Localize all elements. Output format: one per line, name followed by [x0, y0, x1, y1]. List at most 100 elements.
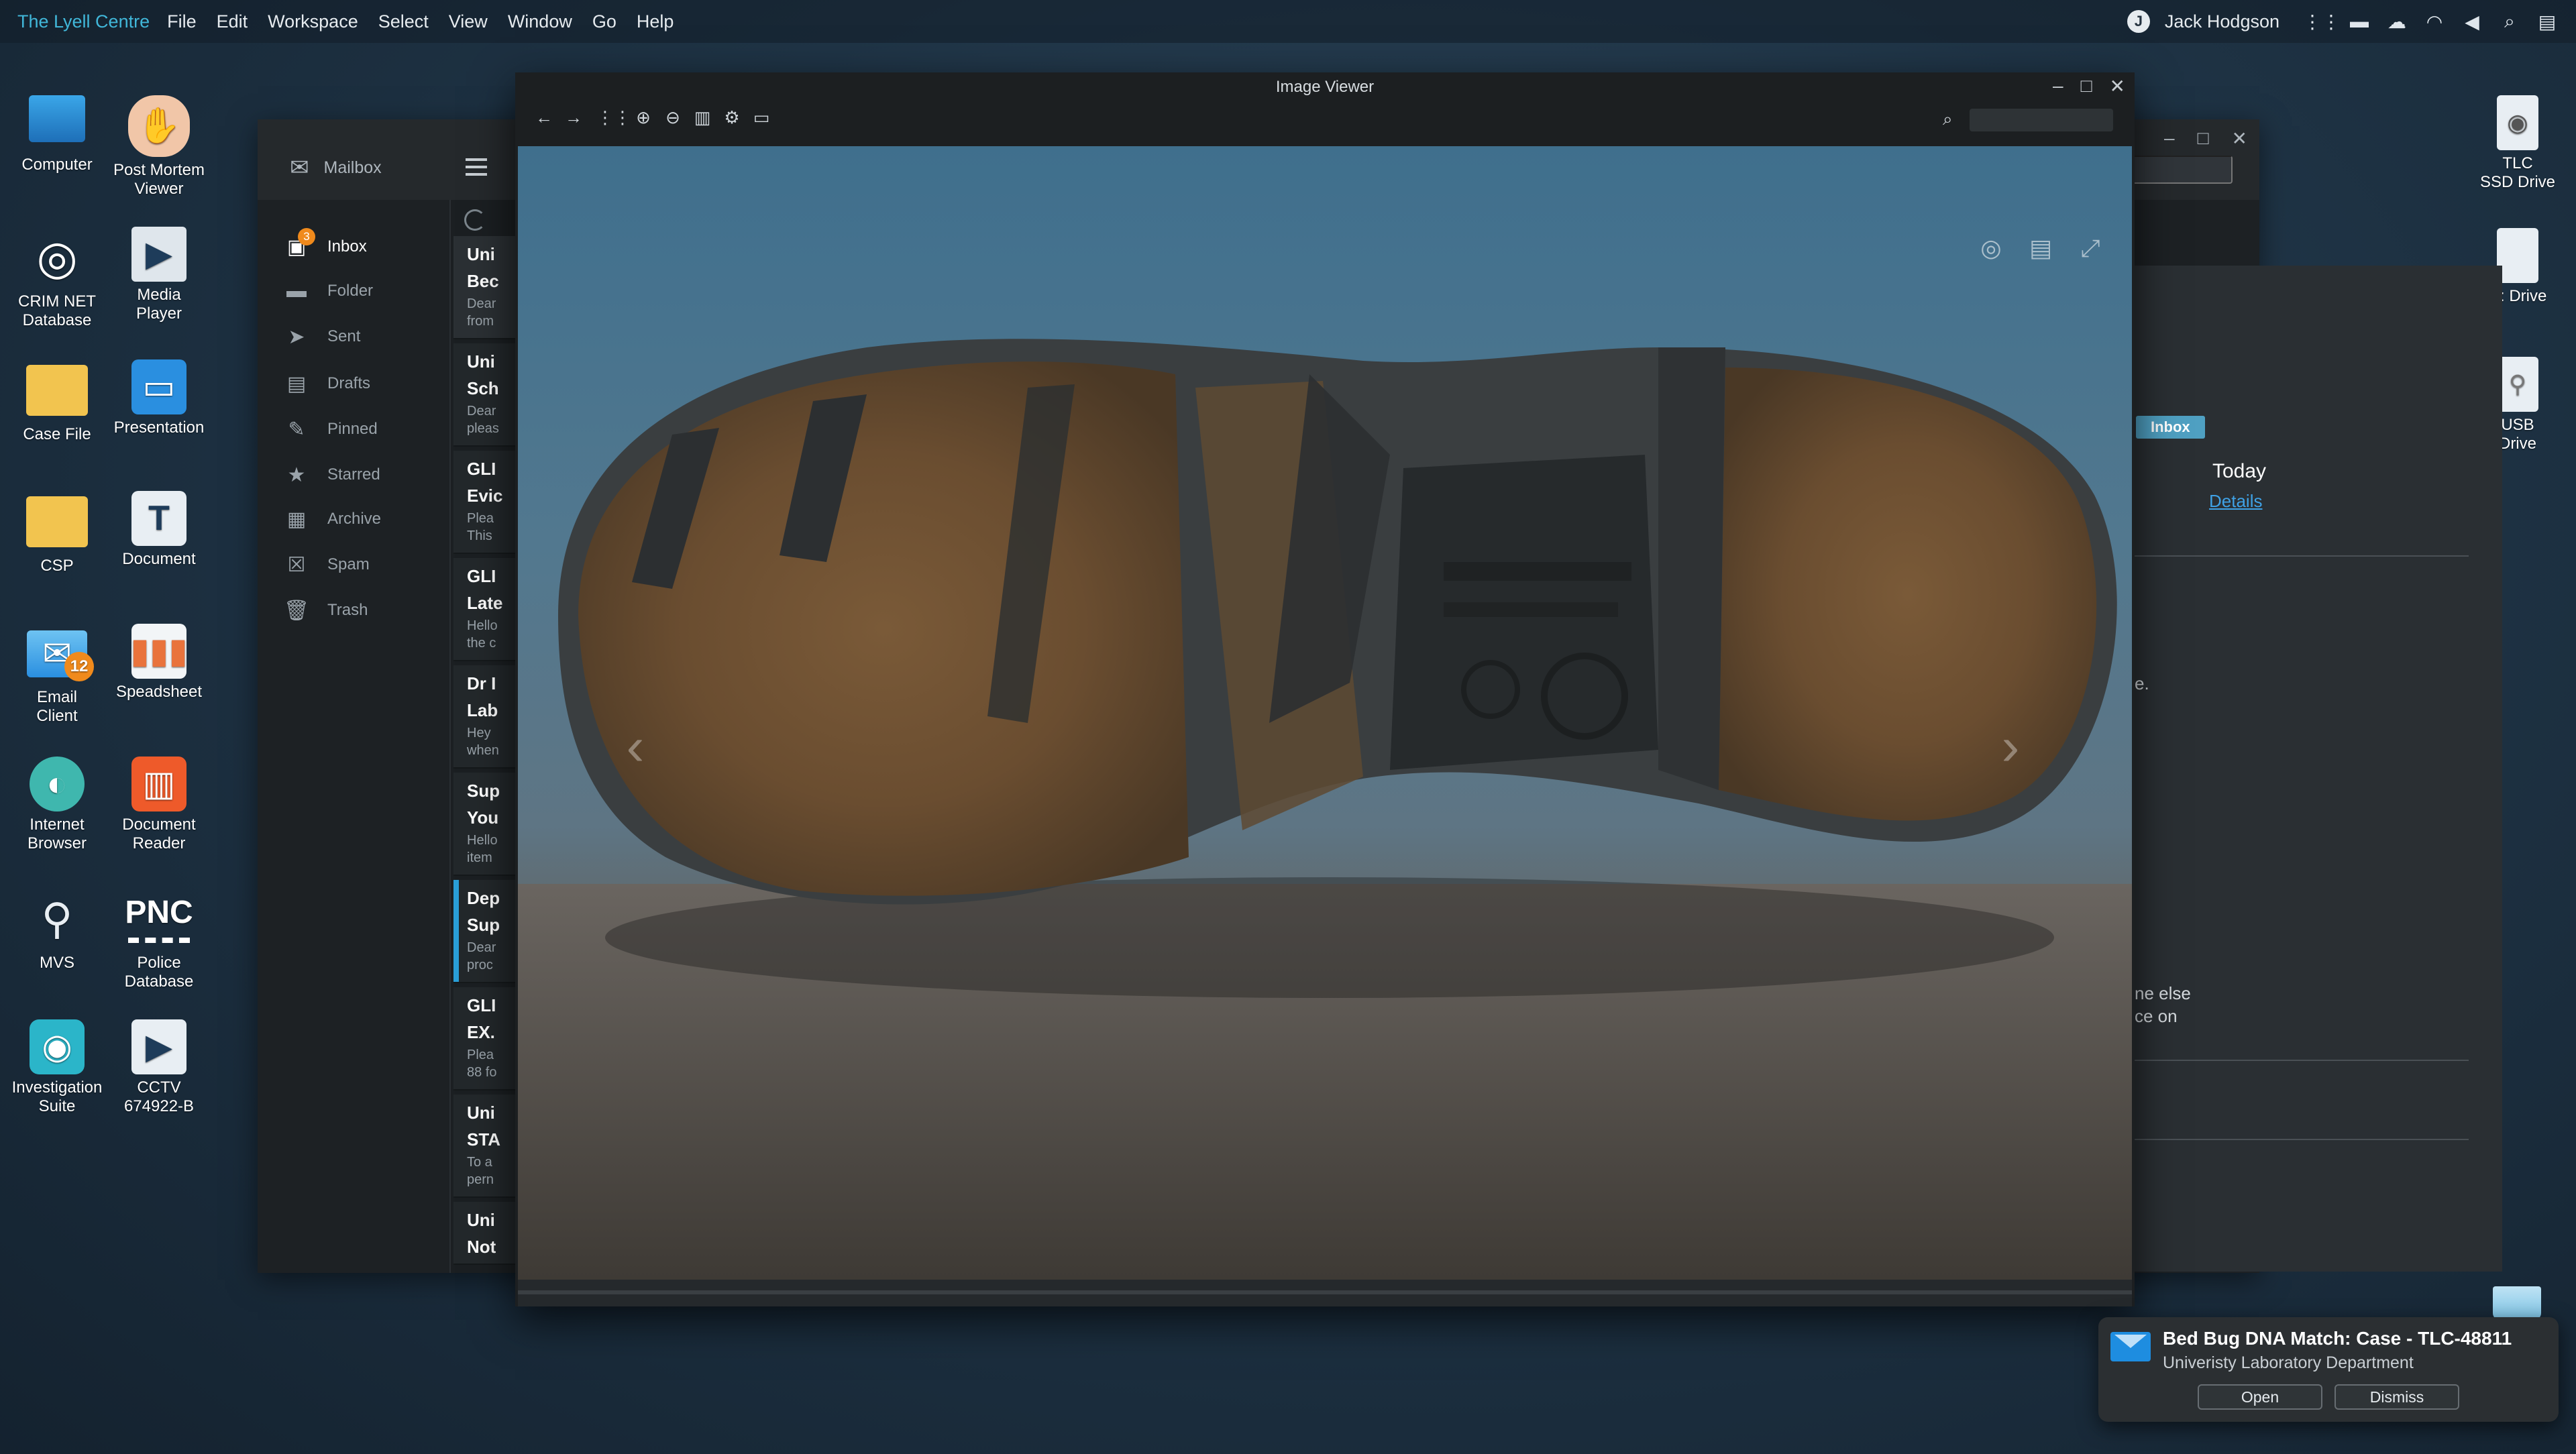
- wifi-icon[interactable]: ◠: [2423, 10, 2446, 33]
- desktop-icon-cctv[interactable]: ▶ CCTV 674922-B: [102, 1019, 216, 1116]
- user-name[interactable]: Jack Hodgson: [2165, 11, 2279, 32]
- share-icon[interactable]: ◎: [1976, 233, 2006, 263]
- folder-drafts[interactable]: ▤ Drafts: [284, 372, 370, 396]
- search-icon[interactable]: ⌕: [2498, 10, 2521, 33]
- desktop-icon-internet-browser[interactable]: ◐ Internet Browser: [0, 757, 114, 853]
- refresh-icon[interactable]: [464, 209, 486, 231]
- print-icon[interactable]: ▤: [2026, 233, 2055, 263]
- message-list: Uni Bec Dear from Uni Sch Dear pleas GLI…: [449, 200, 518, 1273]
- mailbox-window-controls: – □ ✕: [2164, 127, 2247, 150]
- fingerprint-icon: ◉: [30, 1019, 85, 1074]
- folder-archive[interactable]: ▦ Archive: [284, 507, 381, 531]
- list-item[interactable]: Uni Not: [453, 1202, 518, 1265]
- desktop-icon-crim-net-database[interactable]: ◎ CRIM NET Database: [0, 227, 114, 330]
- zoom-in-icon[interactable]: ⊕: [633, 107, 653, 127]
- desktop-icon-police-database[interactable]: PNC Police Database: [102, 888, 216, 991]
- menu-workspace[interactable]: Workspace: [268, 11, 358, 32]
- user-avatar-icon[interactable]: J: [2127, 10, 2150, 33]
- zoom-out-icon[interactable]: ⊖: [663, 107, 683, 127]
- folder-folder[interactable]: ▬ Folder: [284, 279, 373, 303]
- list-item[interactable]: Uni STA To a pern: [453, 1095, 518, 1198]
- mail-folders-sidebar: ▣ 3 Inbox ▬ Folder ➤ Sent ▤ Drafts ✎ Pinn…: [258, 200, 449, 1273]
- folder-starred[interactable]: ★ Starred: [284, 463, 380, 487]
- close-icon[interactable]: ✕: [2110, 75, 2125, 97]
- list-item[interactable]: Dr I Lab Hey when: [453, 665, 518, 769]
- folder-trash[interactable]: 🗑 Trash: [284, 598, 368, 622]
- folder-spam[interactable]: ☒ Spam: [284, 553, 370, 577]
- viewer-window-controls: – □ ✕: [2053, 75, 2125, 97]
- apps-grid-icon[interactable]: ⋮⋮: [2303, 10, 2341, 33]
- desktop-icon-email-client[interactable]: ✉ 12 Email Client: [0, 624, 114, 726]
- dismiss-button[interactable]: Dismiss: [2334, 1384, 2459, 1410]
- message-detail-pane: Inbox Today Details e. ne else ce on: [2135, 266, 2502, 1272]
- maximize-icon[interactable]: □: [2081, 75, 2092, 97]
- close-icon[interactable]: ✕: [2232, 127, 2247, 150]
- delete-icon[interactable]: ▥: [692, 107, 712, 127]
- message-body-text: e.: [2135, 673, 2149, 693]
- list-item[interactable]: Dep Sup Dear proc: [453, 880, 518, 983]
- list-item[interactable]: Sup You Hello item: [453, 773, 518, 876]
- boot-sole-photo: [518, 339, 2132, 1280]
- viewer-search-input[interactable]: [1970, 109, 2113, 131]
- desktop-icon-presentation[interactable]: ▭ Presentation: [102, 359, 216, 437]
- desktop-icon-post-mortem-viewer[interactable]: ✋ Post Mortem Viewer: [102, 95, 216, 199]
- desktop-icon-media-player[interactable]: ▶ Media Player: [102, 227, 216, 323]
- menu-window[interactable]: Window: [508, 11, 572, 32]
- desktop-icon-tlc-ssd-drive[interactable]: ◉ TLC SSD Drive: [2461, 95, 2575, 192]
- hamburger-menu-icon[interactable]: [466, 158, 487, 176]
- desktop-icon-mvs[interactable]: ⚲ MVS: [0, 888, 114, 972]
- fullscreen-icon[interactable]: ⤢: [2076, 233, 2105, 263]
- search-icon[interactable]: ⌕: [1943, 109, 1953, 130]
- folder-icon: ▬: [286, 280, 307, 302]
- list-item[interactable]: Uni Sch Dear pleas: [453, 343, 518, 447]
- mail-search-input[interactable]: [2127, 156, 2233, 184]
- minimize-icon[interactable]: –: [2053, 75, 2063, 97]
- desktop-icon-investigation-suite[interactable]: ◉ Investigation Suite: [0, 1019, 114, 1116]
- folder-inbox[interactable]: ▣ 3 Inbox: [284, 228, 367, 259]
- desktop-icon-computer[interactable]: Computer: [0, 95, 114, 174]
- volume-icon[interactable]: ◀: [2461, 10, 2483, 33]
- list-item[interactable]: Uni Bec Dear from: [453, 236, 518, 339]
- desktop-icon-document[interactable]: T Document: [102, 491, 216, 569]
- computer-icon: [29, 95, 85, 142]
- menu-select[interactable]: Select: [378, 11, 429, 32]
- menu-go[interactable]: Go: [592, 11, 616, 32]
- list-item[interactable]: GLI Evic Plea This: [453, 451, 518, 554]
- media-player-icon: ▶: [131, 227, 186, 282]
- list-item[interactable]: GLI Late Hello the c: [453, 558, 518, 661]
- horizontal-scrollbar[interactable]: [518, 1290, 2132, 1294]
- desktop-icon-csp[interactable]: CSP: [0, 491, 114, 575]
- folder-icon[interactable]: ▬: [2348, 10, 2371, 33]
- email-badge: 12: [64, 652, 94, 681]
- notifications-icon[interactable]: ▤: [2536, 10, 2559, 33]
- grid-icon[interactable]: ⋮⋮: [596, 107, 631, 127]
- forward-icon[interactable]: →: [564, 107, 584, 127]
- details-link[interactable]: Details: [2209, 491, 2262, 512]
- stage-toolbar: ◎ ▤ ⤢: [1976, 233, 2105, 263]
- trash-bin-icon[interactable]: [2493, 1286, 2541, 1320]
- folder-pinned[interactable]: ✎ Pinned: [284, 417, 377, 441]
- minimize-icon[interactable]: –: [2164, 127, 2175, 150]
- hard-drive-icon: ◉: [2497, 95, 2538, 150]
- folder-sent[interactable]: ➤ Sent: [284, 325, 360, 349]
- open-button[interactable]: Open: [2198, 1384, 2322, 1410]
- menu-view[interactable]: View: [449, 11, 488, 32]
- desktop-icon-spreadsheet[interactable]: ▮▮▮ Speadsheet: [102, 624, 216, 702]
- desktop-icon-document-reader[interactable]: ▥ Document Reader: [102, 757, 216, 853]
- next-image-icon[interactable]: ›: [1994, 716, 2027, 777]
- menu-help[interactable]: Help: [637, 11, 674, 32]
- menu-file[interactable]: File: [167, 11, 197, 32]
- window-title: Image Viewer: [1275, 78, 1375, 96]
- back-icon[interactable]: ←: [534, 107, 554, 127]
- drafts-icon: ▤: [286, 372, 307, 395]
- slideshow-icon[interactable]: ▭: [751, 107, 771, 127]
- cloud-icon[interactable]: ☁: [2385, 10, 2408, 33]
- maximize-icon[interactable]: □: [2198, 127, 2209, 150]
- app-brand[interactable]: The Lyell Centre: [17, 11, 150, 32]
- settings-icon[interactable]: ⚙: [722, 107, 742, 127]
- desktop-icon-case-file[interactable]: Case File: [0, 359, 114, 444]
- list-item[interactable]: GLI EX. Plea 88 fo: [453, 987, 518, 1090]
- image-stage[interactable]: ◎ ▤ ⤢ ‹ ›: [518, 146, 2132, 1280]
- previous-image-icon[interactable]: ‹: [619, 716, 652, 777]
- menu-edit[interactable]: Edit: [217, 11, 248, 32]
